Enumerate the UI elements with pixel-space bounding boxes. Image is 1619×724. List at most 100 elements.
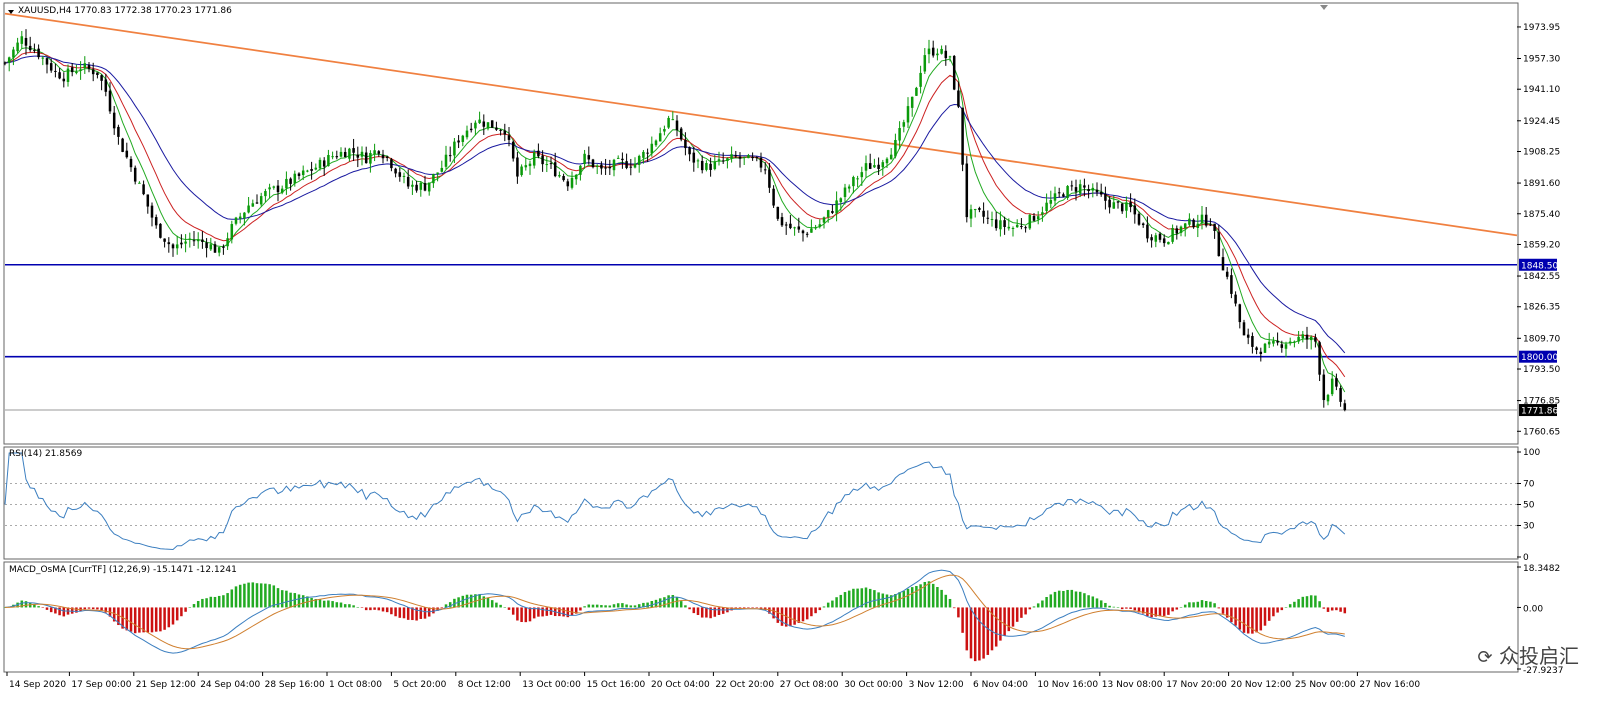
candle-body xyxy=(348,148,351,159)
candle-body xyxy=(801,230,805,234)
candle-body xyxy=(83,63,87,68)
candle-body xyxy=(1041,212,1044,215)
candle-body xyxy=(768,169,771,188)
osma-bar xyxy=(1053,591,1057,608)
candle-body xyxy=(1230,275,1233,294)
osma-bar xyxy=(511,607,515,615)
osma-bar xyxy=(831,600,834,608)
chart-svg: 1973.95 1957.30 1941.10 1924.45 1908.25 1891.… xyxy=(0,0,1619,720)
osma-bar xyxy=(1343,607,1347,614)
osma-bar xyxy=(927,581,931,608)
candle-body xyxy=(621,158,624,161)
candle-body xyxy=(297,173,301,176)
osma-bar xyxy=(532,607,536,619)
candle-body xyxy=(1167,241,1170,245)
osma-bar xyxy=(780,607,784,626)
candle-body xyxy=(1074,187,1078,192)
osma-bar xyxy=(847,590,851,608)
candle-body xyxy=(751,156,754,159)
x-tick-label: 6 Nov 04:00 xyxy=(973,680,1028,690)
osma-bar xyxy=(1095,598,1099,608)
candle-body xyxy=(1154,235,1158,242)
candle-body xyxy=(1259,351,1263,355)
candle-body xyxy=(1024,227,1027,229)
osma-bar xyxy=(318,598,322,608)
candle-body xyxy=(1288,341,1292,344)
candle-body xyxy=(507,135,511,140)
candle-body xyxy=(1112,202,1116,209)
candle-body xyxy=(658,133,662,142)
candle-body xyxy=(96,72,99,76)
candle-body xyxy=(839,198,843,203)
candle-body xyxy=(1053,193,1057,201)
osma-bar xyxy=(1192,602,1195,608)
osma-bar xyxy=(339,602,343,608)
osma-bar xyxy=(852,588,855,608)
candle-body xyxy=(927,48,931,55)
candle-body xyxy=(495,127,498,130)
candle-body xyxy=(62,78,66,82)
candle-body xyxy=(944,50,948,59)
candle-body xyxy=(255,202,259,204)
osma-bar xyxy=(885,594,889,608)
candle-body xyxy=(1003,220,1006,227)
osma-bar xyxy=(915,585,918,608)
x-tick-label: 10 Nov 16:00 xyxy=(1037,680,1098,690)
candle-body xyxy=(310,169,313,171)
osma-bar xyxy=(390,607,393,615)
candle-body xyxy=(835,200,838,213)
candle-body xyxy=(671,119,675,121)
candle-body xyxy=(377,151,381,154)
osma-bar xyxy=(1011,607,1015,627)
candle-body xyxy=(142,184,145,195)
candle-body xyxy=(709,163,712,170)
osma-bar xyxy=(188,607,192,608)
candle-body xyxy=(75,71,78,74)
osma-bar xyxy=(562,607,565,617)
candle-body xyxy=(486,122,490,129)
candle-body xyxy=(1293,341,1296,343)
osma-bar xyxy=(986,607,990,655)
osma-bar xyxy=(196,600,200,608)
osma-bar xyxy=(58,607,61,616)
candle-body xyxy=(570,177,574,188)
osma-bar xyxy=(343,604,347,608)
candle-body xyxy=(335,156,339,158)
candle-body xyxy=(587,155,591,160)
osma-bar xyxy=(83,607,87,610)
osma-bar xyxy=(1036,603,1040,608)
osma-bar xyxy=(516,607,519,621)
candle-body xyxy=(1141,223,1145,226)
osma-bar xyxy=(1221,607,1225,614)
osma-bar xyxy=(217,595,221,608)
osma-bar xyxy=(1112,606,1116,608)
osma-bar xyxy=(1318,601,1321,608)
candle-body xyxy=(583,153,586,165)
candle-body xyxy=(360,151,364,157)
candle-body xyxy=(1062,194,1065,197)
candle-body xyxy=(1284,344,1288,349)
candle-body xyxy=(104,79,108,92)
candle-body xyxy=(432,174,435,184)
x-tick-label: 1 Oct 08:00 xyxy=(329,680,382,690)
candle-body xyxy=(20,36,24,44)
candle-body xyxy=(826,210,830,217)
osma-bar xyxy=(1217,607,1221,609)
osma-bar xyxy=(41,607,45,608)
osma-bar xyxy=(142,607,145,633)
osma-bar xyxy=(944,594,948,608)
candle-body xyxy=(894,139,897,157)
osma-bar xyxy=(1129,607,1132,609)
candle-body xyxy=(881,162,885,168)
candle-body xyxy=(394,168,397,174)
candle-body xyxy=(566,181,570,187)
osma-bar xyxy=(352,605,355,608)
osma-bar xyxy=(301,595,305,608)
osma-bar xyxy=(931,583,935,608)
osma-bar xyxy=(528,607,532,622)
osma-bar xyxy=(1057,590,1061,608)
candle-body xyxy=(608,166,612,169)
price-tag-label: 1848.50 xyxy=(1521,261,1558,271)
osma-bar xyxy=(1314,595,1317,608)
candle-body xyxy=(696,160,700,162)
